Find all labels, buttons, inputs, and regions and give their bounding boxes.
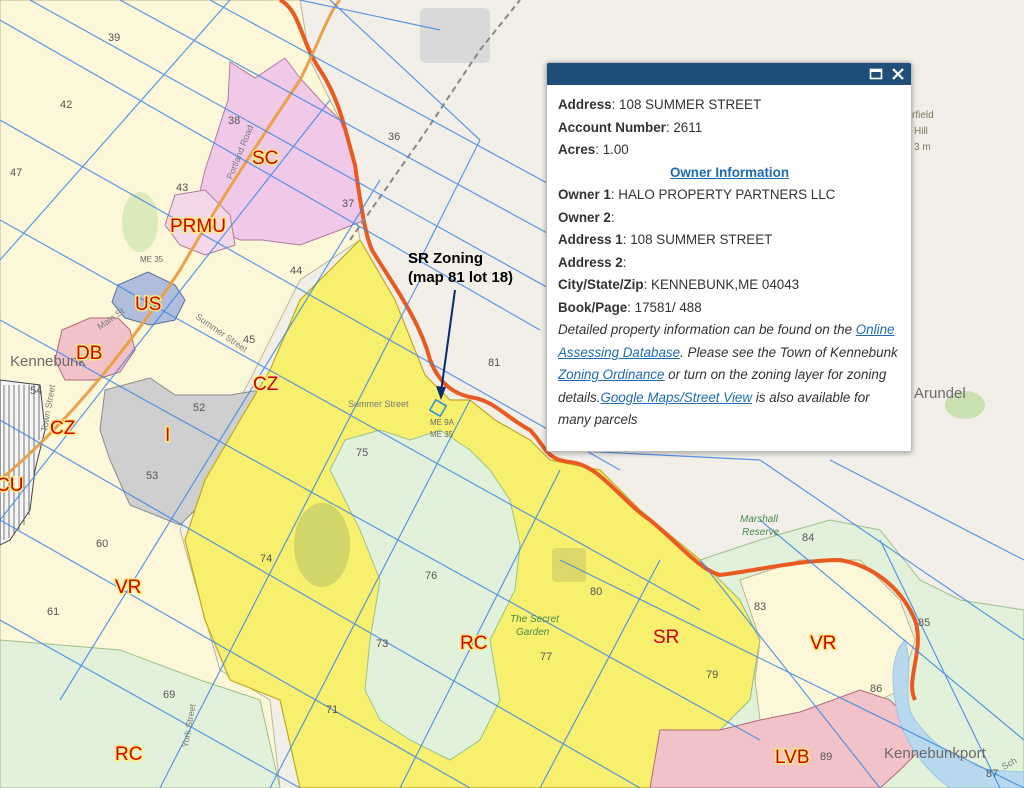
zone-label-cz: CZ	[253, 374, 279, 395]
zone-label-prmu: PRMU	[170, 216, 226, 237]
grid-number: 89	[820, 751, 832, 763]
grid-number: 60	[96, 538, 108, 550]
annotation-line-2: (map 81 lot 18)	[408, 269, 513, 286]
maximize-icon[interactable]	[867, 65, 885, 83]
zone-label-vr: VR	[810, 633, 836, 654]
annotation-line-1: SR Zoning	[408, 250, 483, 267]
grid-number: 69	[163, 689, 175, 701]
place-label: The Secret	[510, 614, 560, 625]
grid-number: 84	[802, 532, 814, 544]
road-label: Summer Street	[348, 399, 409, 409]
grid-number: 81	[488, 357, 500, 369]
grid-number: 85	[918, 617, 930, 629]
grid-number: 79	[706, 669, 718, 681]
park-patch-1	[294, 503, 350, 587]
grid-number: 39	[108, 32, 120, 44]
zone-label-i: I	[165, 425, 170, 446]
zone-label-db: DB	[76, 343, 102, 364]
zoning-ordinance-link[interactable]: Zoning Ordinance	[558, 367, 664, 382]
grid-number: 44	[290, 265, 302, 277]
place-label: Reserve	[742, 527, 780, 538]
close-icon[interactable]	[889, 65, 907, 83]
field-acres: Acres: 1.00	[558, 142, 629, 157]
grid-number: 53	[146, 470, 158, 482]
owner-information-link[interactable]: Owner Information	[670, 165, 789, 180]
grid-number: 38	[228, 115, 240, 127]
place-label-kennebunkport: Kennebunkport	[884, 745, 987, 762]
place-label: 3 m	[914, 142, 931, 153]
zone-label-us: US	[135, 294, 161, 315]
grid-number: 77	[540, 651, 552, 663]
grid-number: 61	[47, 606, 59, 618]
field-owner-1: Owner 1: HALO PROPERTY PARTNERS LLC	[558, 187, 836, 202]
field-address: Address: 108 SUMMER STREET	[558, 97, 762, 112]
grid-number: 87	[986, 768, 998, 780]
zone-label-cu: CU	[0, 475, 23, 496]
place-label-kennebunk: Kennebunk	[10, 353, 86, 370]
highway-label: ME 35	[140, 255, 164, 264]
zone-label-cz: CZ	[50, 418, 76, 439]
grid-number: 37	[342, 198, 354, 210]
grid-number: 86	[870, 683, 882, 695]
place-label: Garden	[516, 627, 550, 638]
highway-label: ME 35	[430, 430, 454, 439]
popup-header	[547, 63, 911, 85]
grid-number: 52	[193, 402, 205, 414]
park-patch-3	[122, 192, 158, 252]
property-description: Detailed property information can be fou…	[558, 322, 898, 427]
field-account-number: Account Number: 2611	[558, 119, 703, 135]
grid-number: 54	[30, 385, 42, 397]
highway-label: ME 9A	[430, 418, 455, 427]
zone-label-lvb: LVB	[775, 747, 810, 768]
grid-number: 36	[388, 131, 400, 143]
field-city-state-zip: City/State/Zip: KENNEBUNK,ME 04043	[558, 277, 800, 292]
zone-label-sc: SC	[252, 148, 278, 169]
grid-number: 73	[376, 638, 388, 650]
parcel-info-popup: Address: 108 SUMMER STREET Account Numbe…	[546, 62, 912, 452]
popup-body: Address: 108 SUMMER STREET Account Numbe…	[547, 85, 911, 432]
gray-lot	[420, 8, 490, 63]
grid-number: 75	[356, 447, 368, 459]
zone-label-rc: RC	[460, 633, 487, 654]
place-label: Marshall	[740, 514, 779, 525]
field-address-2: Address 2:	[558, 254, 627, 270]
place-label: rfield	[912, 110, 934, 121]
owner-information-heading: Owner Information	[558, 162, 901, 185]
grid-number: 76	[425, 570, 437, 582]
google-maps-link[interactable]: Google Maps/Street View	[600, 390, 752, 405]
zone-label-vr: VR	[115, 577, 141, 598]
grid-number: 43	[176, 182, 188, 194]
place-label: Hill	[914, 126, 928, 137]
field-owner-2: Owner 2:	[558, 209, 615, 225]
place-label-arundel: Arundel	[914, 385, 966, 402]
field-book-page: Book/Page: 17581/ 488	[558, 299, 702, 315]
grid-number: 47	[10, 167, 22, 179]
zone-label-rc: RC	[115, 744, 142, 765]
grid-number: 71	[326, 704, 338, 716]
grid-number: 83	[754, 601, 766, 613]
zone-label-sr: SR	[653, 627, 679, 648]
grid-number: 80	[590, 586, 602, 598]
field-address-1: Address 1: 108 SUMMER STREET	[558, 232, 773, 247]
grid-number: 74	[260, 553, 272, 565]
grid-number: 42	[60, 99, 72, 111]
